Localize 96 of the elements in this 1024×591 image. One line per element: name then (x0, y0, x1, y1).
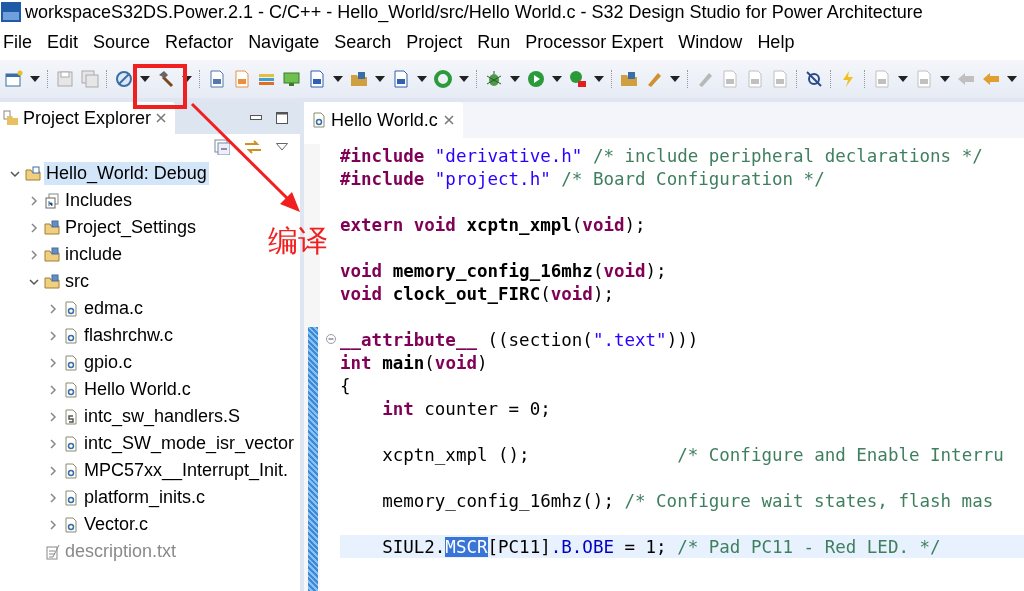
code-line: SIUL2.MSCR[PC11].B.OBE = 1; /* Pad PC11 - Red LED. */ (381, 536, 941, 557)
menu-item[interactable]: Help (757, 31, 801, 53)
collapse-chevron-icon[interactable] (29, 276, 39, 287)
code-line: #include "derivative.h" /* include peripheral declarations */ (340, 145, 983, 166)
project-folder-icon (25, 165, 41, 182)
collapse-all-icon[interactable] (214, 139, 230, 155)
code-line: void memory_config_16mhz(void); (340, 260, 667, 281)
new-file-icon[interactable] (233, 70, 251, 88)
expand-chevron-icon[interactable] (48, 330, 58, 341)
dropdown-caret-icon[interactable] (594, 76, 604, 82)
maximize-icon[interactable] (276, 112, 288, 124)
project-explorer-tab[interactable]: Project Explorer (0, 102, 176, 134)
tree-item[interactable]: Includes (63, 189, 135, 212)
new-window-icon[interactable] (5, 70, 23, 88)
expand-chevron-icon[interactable] (48, 438, 58, 449)
code-line: { (340, 375, 351, 396)
code-line: memory_config_16mhz(); /* Configure wait states, flash mas (381, 490, 994, 511)
text-file-icon (44, 543, 60, 560)
annotation-label: 编译 (268, 226, 328, 256)
code-line: xcptn_xmpl (); /* Configure and Enable Interru (381, 444, 1004, 465)
app-logo-icon (1, 2, 21, 22)
dropdown-caret-icon[interactable] (140, 76, 150, 82)
dropdown-caret-icon[interactable] (898, 76, 908, 82)
editor-tab[interactable]: Hello World.c (304, 102, 463, 138)
menu-item[interactable]: Project (406, 31, 469, 53)
expand-chevron-icon[interactable] (48, 519, 58, 530)
expand-chevron-icon[interactable] (29, 195, 39, 206)
monitor-icon[interactable] (283, 70, 301, 88)
hammer-icon[interactable] (157, 70, 175, 88)
menu-item[interactable]: Source (93, 31, 157, 53)
menu-item[interactable]: Refactor (165, 31, 240, 53)
tree-item[interactable]: include (63, 243, 125, 266)
dropdown-caret-icon[interactable] (182, 76, 192, 82)
expand-chevron-icon[interactable] (48, 303, 58, 314)
menu-item[interactable]: File (3, 31, 38, 53)
tree-item[interactable]: Hello_World: Debug (44, 162, 209, 185)
run-icon[interactable] (527, 70, 545, 88)
close-icon[interactable] (155, 112, 168, 124)
expand-chevron-icon[interactable] (48, 357, 58, 368)
tree-item[interactable]: Vector.c (82, 513, 151, 536)
menu-item[interactable]: Edit (47, 31, 85, 53)
tree-item[interactable]: description.txt (63, 540, 179, 563)
code-line: extern void xcptn_xmpl(void); (340, 214, 646, 235)
close-icon[interactable] (442, 114, 455, 126)
dropdown-caret-icon[interactable] (459, 76, 469, 82)
pen-icon[interactable] (645, 70, 663, 88)
tree-item[interactable]: Project_Settings (63, 216, 199, 239)
tree-item[interactable]: platform_inits.c (82, 486, 208, 509)
expand-chevron-icon[interactable] (48, 492, 58, 503)
code-line: #include "project.h" /* Board Configuration */ (340, 168, 825, 189)
dropdown-caret-icon[interactable] (940, 76, 950, 82)
menu-item[interactable]: Search (334, 31, 398, 53)
dropdown-caret-icon[interactable] (417, 76, 427, 82)
expand-chevron-icon[interactable] (48, 411, 58, 422)
code-line: int counter = 0; (381, 398, 551, 419)
menu-item[interactable]: Run (477, 31, 517, 53)
tree-item[interactable]: Hello World.c (82, 378, 193, 401)
expand-chevron-icon[interactable] (48, 384, 58, 395)
tree-item[interactable]: intc_SW_mode_isr_vector (82, 432, 297, 455)
link-editor-icon[interactable] (244, 139, 262, 155)
bug-icon[interactable] (485, 70, 503, 88)
minimize-icon[interactable] (250, 115, 262, 121)
code-line: __attribute__ ((section(".text"))) (340, 329, 699, 350)
code-line: int main(void) (340, 352, 488, 373)
menu-item[interactable]: Window (678, 31, 749, 53)
window-title: workspaceS32DS.Power.2.1 - C/C++ - Hello_World/src/Hello World.c - S32 Design Studio for Power Architecture (25, 1, 923, 23)
highlight-box (133, 64, 187, 109)
source-folder-icon (44, 246, 60, 263)
tree-item[interactable]: edma.c (82, 297, 146, 320)
open-folder-icon[interactable] (620, 70, 638, 88)
dropdown-caret-icon[interactable] (510, 76, 520, 82)
s-file-icon (63, 408, 79, 425)
dropdown-caret-icon[interactable] (333, 76, 343, 82)
tree-item[interactable]: gpio.c (82, 351, 135, 374)
expand-chevron-icon[interactable] (29, 249, 39, 260)
dropdown-caret-icon[interactable] (1007, 76, 1017, 82)
dropdown-caret-icon[interactable] (30, 76, 40, 82)
dropdown-caret-icon[interactable] (375, 76, 385, 82)
expand-chevron-icon[interactable] (48, 465, 58, 476)
folder-icon (3, 110, 19, 126)
collapse-fold-icon[interactable] (326, 334, 336, 344)
tree-item[interactable]: intc_sw_handlers.S (82, 405, 243, 428)
collapse-chevron-icon[interactable] (10, 168, 20, 179)
expand-chevron-icon[interactable] (29, 222, 39, 233)
source-folder-icon (44, 219, 60, 236)
tree-item[interactable]: src (63, 270, 91, 293)
tree-item[interactable]: flashrchw.c (82, 324, 176, 347)
code-line: void clock_out_FIRC(void); (340, 283, 614, 304)
tree-item[interactable]: MPC57xx__Interrupt_Init. (82, 459, 291, 482)
includes-icon (44, 192, 60, 209)
menu-item[interactable]: Processor Expert (525, 31, 670, 53)
dropdown-caret-icon[interactable] (552, 76, 562, 82)
source-folder-icon (44, 273, 60, 290)
dropdown-caret-icon[interactable] (670, 76, 680, 82)
view-menu-icon[interactable] (276, 143, 288, 151)
menu-item[interactable]: Navigate (248, 31, 326, 53)
